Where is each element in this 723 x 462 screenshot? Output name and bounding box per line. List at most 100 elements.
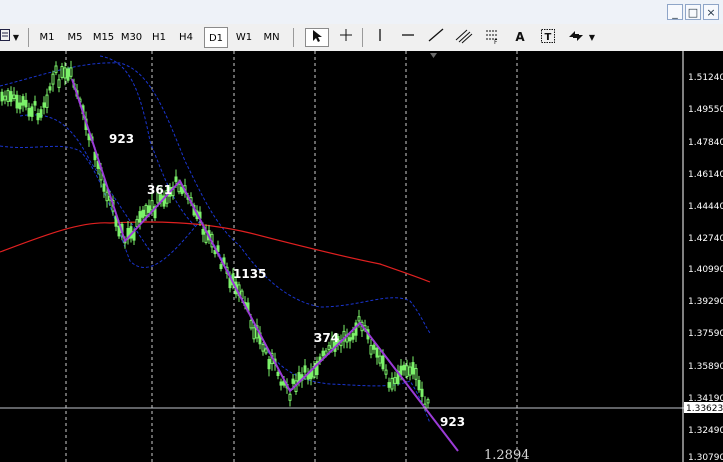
- price-label: 1.39290: [688, 297, 723, 307]
- candle-body: [42, 102, 46, 108]
- svg-text:F: F: [494, 39, 498, 44]
- candle-body: [249, 320, 253, 329]
- candle-body: [57, 79, 61, 88]
- price-label: 1.30790: [688, 453, 723, 462]
- candle-body: [9, 91, 13, 102]
- price-label: 1.35890: [688, 362, 723, 372]
- candle-body: [381, 355, 385, 370]
- vertical-line-icon[interactable]: [370, 28, 390, 47]
- candle-body: [303, 365, 307, 373]
- price-label: 1.49550: [688, 105, 723, 115]
- trendline-icon[interactable]: [426, 28, 446, 47]
- price-label: 1.44440: [688, 202, 723, 212]
- wave-label: 1135: [233, 267, 266, 281]
- candle-body: [372, 344, 376, 350]
- candle-body: [357, 316, 361, 322]
- candle-body: [378, 355, 382, 364]
- candle-body: [21, 96, 25, 106]
- price-label: 1.47840: [688, 138, 723, 148]
- timeframe-m15[interactable]: M15: [90, 27, 117, 48]
- candle-body: [201, 229, 205, 235]
- candle-body: [321, 350, 325, 357]
- candle-body: [33, 101, 37, 106]
- candle-body: [276, 371, 280, 376]
- candle-body: [327, 345, 331, 351]
- timeframe-h1[interactable]: H1: [147, 27, 171, 48]
- candle-body: [3, 95, 7, 101]
- text-label-icon[interactable]: T: [538, 28, 558, 47]
- minimize-button[interactable]: _: [667, 4, 683, 20]
- price-label: 1.40990: [688, 265, 723, 275]
- candle-body: [384, 369, 388, 375]
- candle-body: [51, 73, 55, 85]
- restore-button[interactable]: □: [685, 4, 701, 20]
- candle-body: [351, 333, 355, 340]
- candle-body: [405, 365, 409, 377]
- candle-body: [402, 364, 406, 371]
- timeframe-h4[interactable]: H4: [174, 27, 198, 48]
- candle-body: [261, 344, 265, 352]
- candle-body: [18, 102, 22, 110]
- chart-background: [0, 51, 723, 462]
- timeframe-mn[interactable]: MN: [259, 27, 284, 48]
- text-tool-icon[interactable]: A: [510, 28, 530, 47]
- price-label: 1.51240: [688, 73, 723, 83]
- target-price-annotation: 1.2894: [484, 448, 530, 462]
- candle-body: [138, 211, 142, 223]
- candle-body: [369, 345, 373, 355]
- candle-body: [252, 327, 256, 340]
- equidistant-channel-icon[interactable]: [454, 28, 474, 47]
- candle-body: [267, 359, 271, 370]
- candle-body: [69, 67, 73, 77]
- window-title-bar: _ □ ×: [0, 0, 723, 25]
- svg-text:1.33623: 1.33623: [686, 404, 723, 414]
- price-label: 1.42740: [688, 234, 723, 244]
- candle-body: [414, 368, 418, 380]
- price-chart[interactable]: 923 361 1135 374 923 1.2894 1.51240 1.49…: [0, 51, 723, 462]
- candle-body: [60, 66, 64, 78]
- candle-body: [420, 388, 424, 397]
- candle-body: [63, 67, 67, 79]
- arrows-icon[interactable]: [566, 28, 586, 47]
- candle-body: [291, 378, 295, 384]
- chart-type-icon[interactable]: [0, 28, 10, 47]
- candle-body: [141, 209, 145, 218]
- fibonacci-retracement-icon[interactable]: F: [482, 28, 502, 47]
- candle-body: [279, 381, 283, 386]
- cursor-arrow-icon[interactable]: [305, 28, 329, 47]
- crosshair-icon[interactable]: [336, 28, 356, 47]
- toolbar-separator: [293, 28, 294, 47]
- candle-body: [45, 94, 49, 108]
- price-label: 1.37590: [688, 329, 723, 339]
- candle-body: [426, 399, 430, 404]
- timeframe-m1[interactable]: M1: [35, 27, 59, 48]
- candle-body: [36, 113, 40, 121]
- candle-body: [30, 106, 34, 117]
- candle-body: [147, 205, 151, 213]
- candle-body: [387, 382, 391, 388]
- chart-type-dropdown-icon[interactable]: ▼: [11, 28, 21, 47]
- close-button[interactable]: ×: [703, 4, 719, 20]
- candle-body: [393, 377, 397, 384]
- timeframe-w1[interactable]: W1: [232, 27, 256, 48]
- timeframe-m5[interactable]: M5: [62, 27, 88, 48]
- horizontal-line-icon[interactable]: [398, 28, 418, 47]
- arrows-dropdown-icon[interactable]: ▼: [586, 28, 598, 47]
- wave-label: 923: [440, 415, 465, 429]
- candle-body: [135, 219, 139, 228]
- candle-body: [15, 94, 19, 109]
- candle-body: [24, 99, 28, 108]
- candle-body: [348, 337, 352, 342]
- candle-body: [177, 183, 181, 193]
- candle-body: [102, 183, 106, 192]
- wave-label: 361: [147, 183, 172, 197]
- candle-body: [150, 200, 154, 211]
- candle-body: [144, 204, 148, 217]
- timeframe-d1[interactable]: D1: [204, 27, 228, 48]
- candle-body: [66, 68, 70, 81]
- timeframe-m30[interactable]: M30: [118, 27, 145, 48]
- candle-body: [408, 366, 412, 376]
- chart-toolbar: ▼ M1 M5 M15 M30 H1 H4 D1 W1 MN F A T ▼: [0, 24, 723, 52]
- candle-body: [27, 107, 31, 117]
- candle-body: [264, 348, 268, 354]
